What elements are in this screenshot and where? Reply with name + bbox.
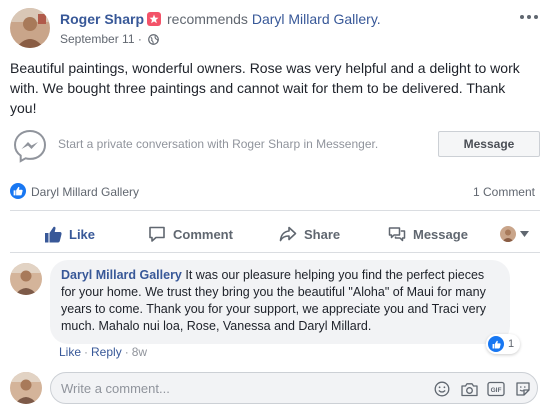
separator: · [124,345,129,359]
like-reaction-icon[interactable] [10,183,26,199]
stats-row: Daryl Millard Gallery 1 Comment [10,181,540,201]
page-link[interactable]: Daryl Millard Gallery. [252,11,381,27]
comment-composer: GIF [10,370,540,404]
post-date[interactable]: September 11 [60,32,135,46]
post-header: Roger Sharp recommends Daryl Millard Gall… [10,8,540,52]
comment-reply-link[interactable]: Reply [91,345,122,359]
message-button[interactable]: Message [438,131,540,157]
share-label: Share [304,226,341,242]
comment-like-link[interactable]: Like [59,345,81,359]
comment-box[interactable]: GIF [50,372,538,404]
post-body: Beautiful paintings, wonderful owners. R… [10,60,520,116]
reaction-count: 1 [508,338,515,350]
meta-separator: · [137,32,142,46]
comment-input[interactable] [61,379,411,397]
author-avatar[interactable] [10,8,50,48]
emoji-icon[interactable] [433,380,451,398]
send-message-button[interactable]: Message [388,218,468,250]
post-meta: September 11 · [60,32,510,48]
messenger-icon [12,128,48,169]
current-user-avatar [10,372,42,404]
comment-button[interactable]: Comment [148,218,233,250]
message-icon [388,227,406,242]
sticker-icon[interactable] [514,380,532,398]
like-button[interactable]: Like [44,218,95,250]
message-label: Message [413,226,468,242]
gif-icon[interactable]: GIF [487,380,505,398]
action-text: recommends [167,11,248,27]
recommend-star-icon [147,12,162,26]
audience-chevron-icon [520,231,529,237]
comment-count[interactable]: 1 Comment [473,185,535,199]
action-bar: Like Comment Share Message [10,218,540,250]
comment-author[interactable]: Daryl Millard Gallery [61,268,182,282]
like-label: Like [69,226,96,242]
more-options-icon[interactable] [520,10,538,24]
liked-by[interactable]: Daryl Millard Gallery [31,185,139,199]
comment-reactions[interactable]: 1 [486,334,521,354]
commenter-avatar[interactable] [10,263,42,295]
divider [10,252,540,253]
header-text: Roger Sharp recommends Daryl Millard Gall… [60,10,510,48]
globe-icon [148,34,160,48]
gif-label: GIF [491,387,502,394]
recommendation-line: Roger Sharp recommends Daryl Millard Gall… [60,10,510,28]
comment-time[interactable]: 8w [132,345,147,359]
comment-icon [149,226,165,242]
like-reaction-icon [488,336,504,352]
messenger-prompt: Start a private conversation with Roger … [58,137,379,151]
comment-actions: Like · Reply · 8w [59,345,147,359]
author-name[interactable]: Roger Sharp [60,11,144,27]
share-button[interactable]: Share [279,218,340,250]
messenger-row: Start a private conversation with Roger … [10,127,540,163]
comment-label: Comment [173,226,233,242]
share-icon [279,226,297,242]
separator: · [84,345,89,359]
audience-selector[interactable] [500,218,536,250]
comment-bubble: Daryl Millard Gallery It was our pleasur… [50,260,510,344]
divider [10,210,540,211]
camera-icon[interactable] [460,380,478,398]
audience-avatar [500,226,516,242]
like-thumb-icon [45,226,62,242]
comment: Daryl Millard Gallery It was our pleasur… [10,260,540,360]
